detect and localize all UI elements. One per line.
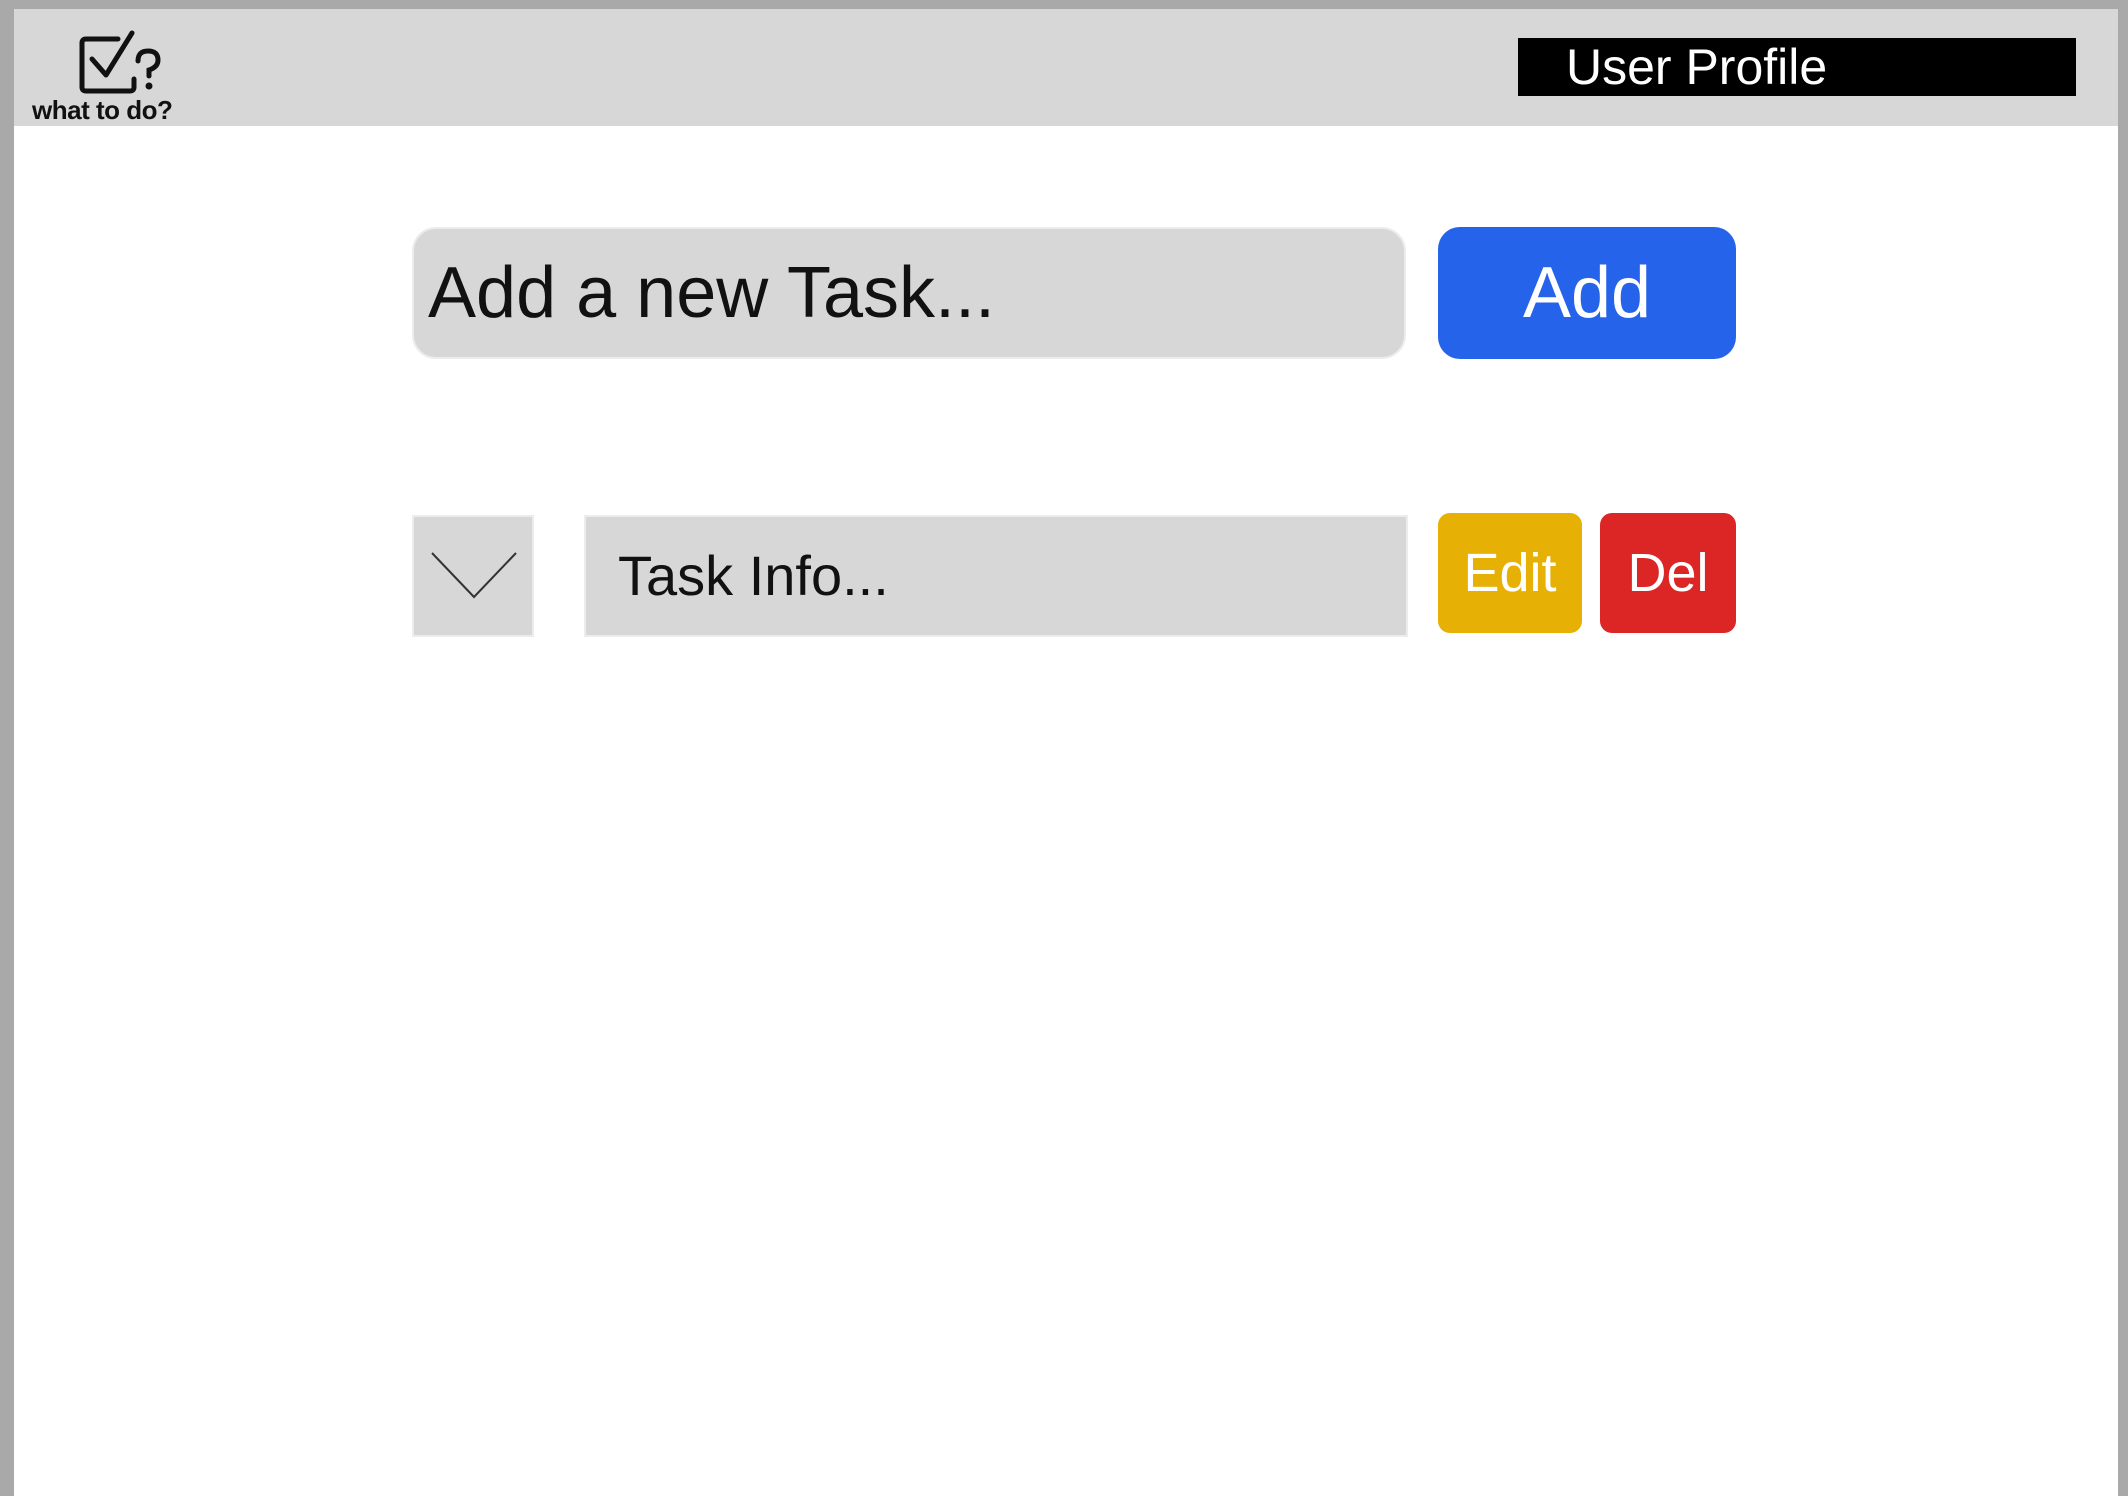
chevron-down-icon [431, 552, 517, 599]
new-task-input[interactable]: Add a new Task... [412, 227, 1406, 359]
logo-text: what to do? [32, 95, 173, 125]
user-profile-button[interactable]: User Profile [1518, 38, 2076, 96]
header-bar: what to do? User Profile [14, 9, 2118, 126]
task-toggle-button[interactable] [412, 515, 534, 637]
task-info-field[interactable]: Task Info... [584, 515, 1408, 637]
edit-task-button[interactable]: Edit [1438, 513, 1582, 633]
add-task-button[interactable]: Add [1438, 227, 1736, 359]
app-window: what to do? User Profile Add a new Task.… [14, 9, 2118, 1496]
delete-task-button[interactable]: Del [1600, 513, 1736, 633]
checkbox-question-icon [79, 30, 161, 94]
logo[interactable]: what to do? [32, 19, 202, 129]
